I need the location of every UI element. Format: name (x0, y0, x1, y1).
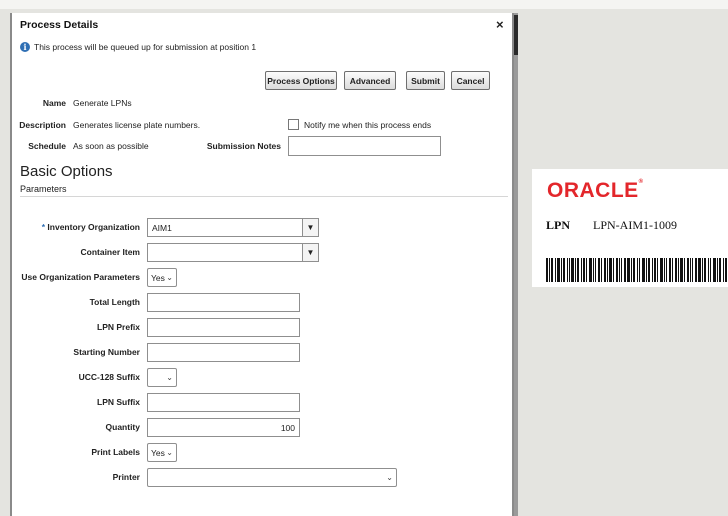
required-marker: * (41, 222, 46, 232)
print-labels-label: Print Labels (91, 447, 140, 457)
description-label: Description (19, 120, 66, 130)
starting-number-label: Starting Number (73, 347, 140, 357)
info-icon: i (20, 42, 30, 52)
inventory-org-label-text: Inventory Organization (47, 222, 140, 232)
lpn-prefix-label: LPN Prefix (97, 322, 140, 332)
quantity-input[interactable]: 100 (147, 418, 300, 437)
scrollbar-thumb[interactable] (514, 15, 518, 55)
dialog-title: Process Details (20, 19, 99, 31)
lpn-suffix-label: LPN Suffix (97, 397, 140, 407)
triangle-down-icon[interactable]: ▼ (302, 243, 319, 262)
lpn-card-label: LPN (546, 218, 570, 232)
submit-button[interactable]: Submit (406, 71, 445, 90)
print-labels-select[interactable]: Yes ⌄ (147, 443, 177, 462)
use-org-params-value: Yes (151, 272, 165, 283)
starting-number-input[interactable] (147, 343, 300, 362)
inventory-org-label: * Inventory Organization (42, 222, 140, 232)
container-item-input[interactable] (147, 243, 303, 262)
barcode-image (546, 258, 727, 282)
process-details-dialog: Process Details × i This process will be… (10, 13, 514, 516)
process-options-button[interactable]: Process Options (265, 71, 337, 90)
submission-notes-input[interactable] (288, 136, 441, 156)
close-icon[interactable]: × (496, 17, 504, 32)
oracle-logo: ORACLE® (547, 179, 644, 202)
lpn-label-card: ORACLE® LPN LPN-AIM1-1009 (532, 169, 728, 287)
schedule-value: As soon as possible (73, 141, 149, 151)
lpn-suffix-input[interactable] (147, 393, 300, 412)
chevron-down-icon: ⌄ (166, 273, 173, 282)
triangle-down-icon[interactable]: ▼ (302, 218, 319, 237)
description-value: Generates license plate numbers. (73, 120, 201, 130)
container-item-label: Container Item (80, 247, 140, 257)
lpn-card-value: LPN-AIM1-1009 (593, 218, 677, 232)
printer-select[interactable]: ⌄ (147, 468, 397, 487)
top-strip (0, 0, 728, 9)
info-message-text: This process will be queued up for submi… (34, 42, 257, 52)
notify-label: Notify me when this process ends (304, 120, 432, 130)
total-length-label: Total Length (89, 297, 140, 307)
info-message: i This process will be queued up for sub… (20, 42, 256, 52)
chevron-down-icon: ⌄ (166, 373, 173, 382)
ucc-suffix-label: UCC-128 Suffix (78, 372, 140, 382)
chevron-down-icon: ⌄ (166, 448, 173, 457)
print-labels-value: Yes (151, 447, 165, 458)
notify-checkbox[interactable] (288, 119, 299, 130)
use-org-params-label: Use Organization Parameters (21, 272, 140, 282)
scrollbar[interactable] (514, 13, 518, 516)
use-org-params-select[interactable]: Yes ⌄ (147, 268, 177, 287)
cancel-button[interactable]: Cancel (451, 71, 490, 90)
submission-notes-label: Submission Notes (206, 141, 281, 151)
section-subtitle: Parameters (20, 184, 67, 194)
divider (20, 196, 508, 197)
chevron-down-icon: ⌄ (386, 473, 393, 482)
name-value: Generate LPNs (73, 98, 132, 108)
lpn-prefix-input[interactable] (147, 318, 300, 337)
total-length-input[interactable] (147, 293, 300, 312)
printer-label: Printer (112, 472, 140, 482)
ucc-suffix-select[interactable]: ⌄ (147, 368, 177, 387)
schedule-label: Schedule (28, 141, 66, 151)
inventory-org-input[interactable]: AIM1 (147, 218, 303, 237)
oracle-logo-text: ORACLE (547, 179, 639, 202)
advanced-button[interactable]: Advanced (344, 71, 396, 90)
name-label: Name (42, 98, 66, 108)
section-title: Basic Options (20, 163, 113, 180)
quantity-label: Quantity (105, 422, 140, 432)
